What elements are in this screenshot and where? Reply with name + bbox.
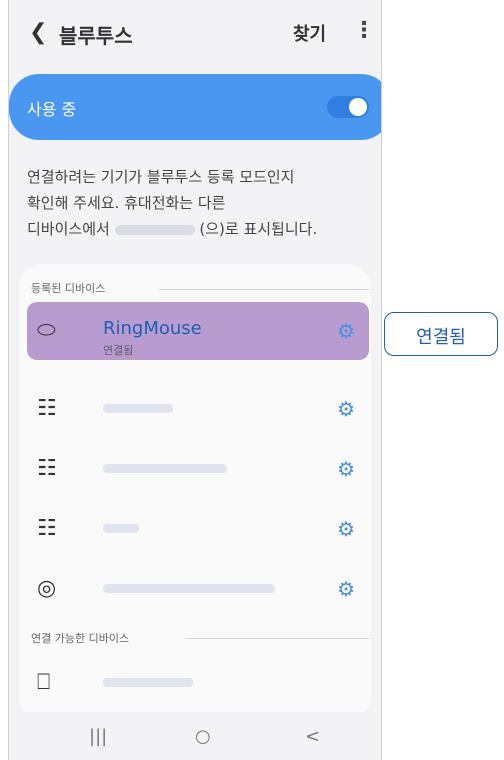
switch-knob xyxy=(349,98,367,116)
paired-device-row-ringmouse[interactable]: ⬭ RingMouse 연결됨 ⚙ xyxy=(27,302,369,360)
annotation-callout: 연결됨 xyxy=(384,312,498,356)
redacted-device-name xyxy=(114,224,195,235)
bluetooth-switch[interactable] xyxy=(327,96,369,118)
home-button[interactable]: ○ xyxy=(195,726,211,747)
paired-device-row[interactable]: ◎ ⚙ xyxy=(27,560,369,618)
gear-icon[interactable]: ⚙ xyxy=(337,397,355,421)
gear-icon[interactable]: ⚙ xyxy=(337,577,355,601)
paired-devices-header: 등록된 디바이스 xyxy=(31,282,106,295)
redacted-device-name xyxy=(103,464,227,473)
gear-icon[interactable]: ⚙ xyxy=(337,517,355,541)
gear-icon[interactable]: ⚙ xyxy=(337,319,355,343)
recent-apps-button[interactable]: ||| xyxy=(89,726,107,747)
find-button[interactable]: 찾기 xyxy=(293,20,326,46)
top-bar: ❮ 블루투스 찾기 ⋮ xyxy=(9,0,381,64)
bluetooth-toggle-bar[interactable]: 사용 중 xyxy=(9,74,381,140)
section-divider xyxy=(159,289,369,290)
paired-device-row[interactable]: ☷ ⚙ xyxy=(27,380,369,438)
description-text: 연결하려는 기기가 블루투스 등록 모드인지 확인해 주세요. 휴대전화는 다른… xyxy=(27,164,371,242)
description-line-3-suffix: (으)로 표시됩니다. xyxy=(199,220,318,238)
annotation-text: 연결됨 xyxy=(416,327,466,348)
redacted-device-name xyxy=(103,678,193,687)
back-button[interactable]: < xyxy=(305,726,320,747)
description-line-3: 디바이스에서 (으)로 표시됩니다. xyxy=(27,216,371,242)
toggle-label: 사용 중 xyxy=(27,100,77,119)
redacted-device-name xyxy=(103,404,173,413)
phone-screen: ❮ 블루투스 찾기 ⋮ 사용 중 연결하려는 기기가 블루투스 등록 모드인지 … xyxy=(8,0,382,760)
navigation-bar: ||| ○ < xyxy=(9,712,381,760)
redacted-device-name xyxy=(103,524,139,533)
paired-device-row[interactable]: ☷ ⚙ xyxy=(27,440,369,498)
description-line-2: 확인해 주세요. 휴대전화는 다른 xyxy=(27,194,226,212)
description-line-3-prefix: 디바이스에서 xyxy=(27,220,110,238)
description-line-1: 연결하려는 기기가 블루투스 등록 모드인지 xyxy=(27,168,295,186)
device-grid-icon: ☷ xyxy=(37,396,57,421)
device-grid-icon: ☷ xyxy=(37,516,57,541)
gear-icon[interactable]: ⚙ xyxy=(337,457,355,481)
redacted-device-name xyxy=(103,584,275,593)
device-status: 연결됨 xyxy=(103,344,134,357)
earbuds-icon: ◎ xyxy=(37,576,57,601)
device-name: RingMouse xyxy=(103,318,202,339)
back-icon[interactable]: ❮ xyxy=(29,20,47,45)
device-grid-icon: ☷ xyxy=(37,456,57,481)
mouse-icon: ⬭ xyxy=(37,318,56,343)
available-devices-header: 연결 가능한 디바이스 xyxy=(31,632,130,645)
section-divider xyxy=(185,638,369,639)
more-options-icon[interactable]: ⋮ xyxy=(353,18,375,43)
laptop-phone-icon: ⎕ xyxy=(37,670,51,695)
page-title: 블루투스 xyxy=(59,24,133,48)
available-device-row[interactable]: ⎕ xyxy=(27,654,369,712)
paired-device-row[interactable]: ☷ ⚙ xyxy=(27,500,369,558)
